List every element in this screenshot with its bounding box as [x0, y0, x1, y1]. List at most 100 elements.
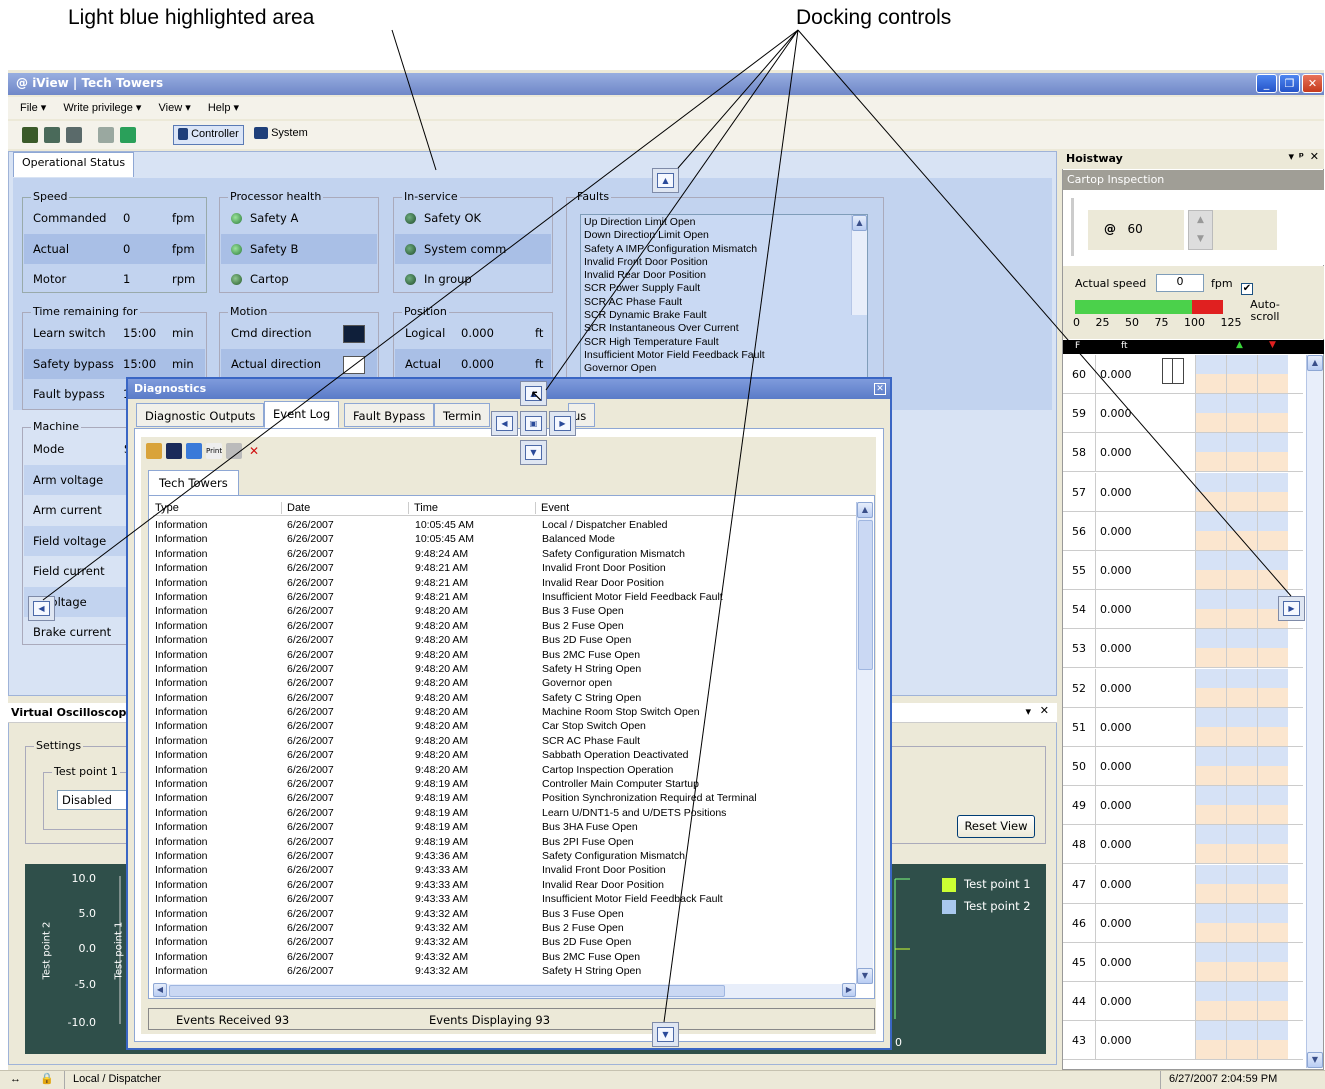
sync-icon[interactable] [66, 127, 82, 143]
faults-scrollbar[interactable]: ▲ [851, 215, 867, 315]
dock-left-icon[interactable]: ◀ [28, 596, 55, 621]
column-date[interactable]: Date [281, 502, 310, 514]
fault-item[interactable]: Down Direction Limit Open [584, 229, 864, 242]
menu-view[interactable]: View ▾ [159, 102, 191, 114]
open-folder-icon[interactable] [146, 443, 162, 459]
fault-item[interactable]: Up Direction Limit Open [584, 216, 864, 229]
close-button[interactable]: ✕ [1302, 74, 1323, 93]
floor-row[interactable]: 48 0.000 [1063, 825, 1303, 865]
close-icon[interactable]: ✕ [874, 383, 886, 395]
floor-row[interactable]: 43 0.000 [1063, 1021, 1303, 1061]
dock-center-tab-icon[interactable]: ▣ [520, 411, 547, 436]
close-icon[interactable]: ✕ [1040, 704, 1049, 717]
dock-center-right-icon[interactable]: ▶ [549, 411, 576, 436]
table-row[interactable]: Information 6/26/2007 9:48:19 AM Bus 3HA Fu… [155, 820, 855, 834]
floor-row[interactable]: 50 0.000 [1063, 747, 1303, 786]
fault-item[interactable]: Invalid Front Door Position [584, 256, 864, 269]
scroll-thumb[interactable] [858, 520, 873, 670]
event-grid-hscroll[interactable]: ◀ ▶ [153, 983, 856, 998]
table-row[interactable]: Information 6/26/2007 9:48:19 AM Bus 2PI Fu… [155, 835, 855, 849]
table-row[interactable]: Information 6/26/2007 10:05:45 AM Balanced … [155, 532, 855, 546]
tab-fault-bypass[interactable]: Fault Bypass [344, 403, 435, 427]
scroll-down-icon[interactable]: ▼ [1307, 1052, 1323, 1068]
table-row[interactable]: Information 6/26/2007 9:43:32 AM Bus 2D Fus… [155, 935, 855, 949]
table-row[interactable]: Information 6/26/2007 9:43:32 AM Bus 2MC Fu… [155, 950, 855, 964]
table-row[interactable]: Information 6/26/2007 9:48:24 AM Safety Con… [155, 547, 855, 561]
scroll-up-icon[interactable]: ▲ [1307, 355, 1323, 371]
table-row[interactable]: Information 6/26/2007 9:48:20 AM Machine Ro… [155, 705, 855, 719]
menu-file[interactable]: File ▾ [20, 102, 46, 114]
system-button[interactable]: System [254, 127, 308, 140]
hand-icon[interactable] [98, 127, 114, 143]
table-row[interactable]: Information 6/26/2007 9:43:36 AM Safety Con… [155, 849, 855, 863]
print-icon[interactable]: Print [206, 443, 222, 459]
fault-item[interactable]: Governor Open [584, 362, 864, 375]
refresh-icon[interactable] [44, 127, 60, 143]
scroll-left-icon[interactable]: ◀ [153, 983, 167, 997]
table-row[interactable]: Information 6/26/2007 9:43:32 AM Bus 3 Fuse… [155, 907, 855, 921]
floor-row[interactable]: 53 0.000 [1063, 629, 1303, 669]
column-event[interactable]: Event [535, 502, 569, 514]
floor-row[interactable]: 54 0.000 [1063, 590, 1303, 630]
tab-terminal[interactable]: Termin [434, 403, 491, 427]
scroll-thumb[interactable] [169, 985, 725, 997]
dock-top-icon[interactable]: ▲ [652, 168, 679, 193]
export-icon[interactable] [226, 443, 242, 459]
faults-list[interactable]: Up Direction Limit Open Down Direction Li… [580, 214, 868, 380]
table-row[interactable]: Information 6/26/2007 9:48:20 AM SCR AC Pha… [155, 734, 855, 748]
floor-spinner[interactable]: ▲ ▼ [1188, 210, 1213, 250]
table-row[interactable]: Information 6/26/2007 9:48:20 AM Car Stop S… [155, 719, 855, 733]
column-type[interactable]: Type [155, 502, 179, 514]
restore-button[interactable]: ❐ [1279, 74, 1300, 93]
delete-icon[interactable]: ✕ [246, 443, 262, 459]
floor-row[interactable]: 44 0.000 [1063, 982, 1303, 1022]
dropdown-icon[interactable]: ▾ [1288, 150, 1294, 163]
autoscroll-checkbox[interactable]: ✔ [1241, 283, 1253, 295]
column-time[interactable]: Time [408, 502, 438, 514]
table-row[interactable]: Information 6/26/2007 9:48:21 AM Invalid Re… [155, 576, 855, 590]
floor-row[interactable]: 55 0.000 [1063, 551, 1303, 590]
floor-row[interactable]: 45 0.000 [1063, 943, 1303, 982]
scroll-up-icon[interactable]: ▲ [852, 215, 867, 231]
slider-track[interactable] [1071, 198, 1074, 256]
tab-diagnostic-outputs[interactable]: Diagnostic Outputs [136, 403, 265, 427]
dock-center-left-icon[interactable]: ◀ [491, 411, 518, 436]
fault-item[interactable]: Invalid Rear Door Position [584, 269, 864, 282]
event-grid-vscroll[interactable]: ▲ ▼ [856, 502, 873, 984]
pin-icon[interactable]: ᵖ [1299, 150, 1304, 163]
floor-row[interactable]: 56 0.000 [1063, 511, 1303, 551]
dock-right-icon[interactable]: ▶ [1278, 596, 1305, 621]
table-row[interactable]: Information 6/26/2007 9:43:33 AM Invalid Fr… [155, 863, 855, 877]
table-row[interactable]: Information 6/26/2007 9:48:20 AM Bus 2D Fus… [155, 633, 855, 647]
minimize-button[interactable]: _ [1256, 74, 1277, 93]
test-point-1-select[interactable]: Disabled [57, 790, 132, 810]
controller-button[interactable]: Controller [173, 125, 244, 145]
save-icon[interactable] [166, 443, 182, 459]
close-icon[interactable]: ✕ [1310, 150, 1319, 163]
play-icon[interactable] [120, 127, 136, 143]
floor-row[interactable]: 49 0.000 [1063, 786, 1303, 826]
tab-operational-status[interactable]: Operational Status [13, 152, 135, 177]
table-row[interactable]: Information 6/26/2007 9:48:20 AM Bus 2MC Fu… [155, 648, 855, 662]
table-row[interactable]: Information 6/26/2007 9:48:19 AM Learn U/DN… [155, 806, 855, 820]
scroll-down-icon[interactable]: ▼ [857, 968, 873, 984]
table-row[interactable]: Information 6/26/2007 9:48:21 AM Invalid Fr… [155, 561, 855, 575]
floor-row[interactable]: 46 0.000 [1063, 903, 1303, 943]
hoistway-scrollbar[interactable]: ▲ ▼ [1306, 355, 1323, 1068]
table-row[interactable]: Information 6/26/2007 9:48:20 AM Bus 2 Fuse… [155, 619, 855, 633]
table-row[interactable]: Information 6/26/2007 9:43:32 AM Safety H S… [155, 964, 855, 978]
table-row[interactable]: Information 6/26/2007 9:48:20 AM Cartop Ins… [155, 763, 855, 777]
tab-event-log[interactable]: Event Log [264, 401, 340, 428]
menu-write-privilege[interactable]: Write privilege ▾ [63, 102, 141, 114]
connect-icon[interactable] [22, 127, 38, 143]
table-row[interactable]: Information 6/26/2007 9:43:33 AM Insufficie… [155, 892, 855, 906]
floor-row[interactable]: 51 0.000 [1063, 707, 1303, 747]
fault-item[interactable]: SCR AC Phase Fault [584, 296, 864, 309]
table-row[interactable]: Information 6/26/2007 9:48:21 AM Insufficie… [155, 590, 855, 604]
table-row[interactable]: Information 6/26/2007 9:48:20 AM Safety H S… [155, 662, 855, 676]
fault-item[interactable]: SCR High Temperature Fault [584, 336, 864, 349]
fault-item[interactable]: Safety A IMP Configuration Mismatch [584, 243, 864, 256]
table-row[interactable]: Information 6/26/2007 9:43:33 AM Invalid Re… [155, 878, 855, 892]
dock-center-bottom-icon[interactable]: ▼ [520, 440, 547, 465]
dropdown-icon[interactable]: ▾ [1025, 705, 1031, 718]
